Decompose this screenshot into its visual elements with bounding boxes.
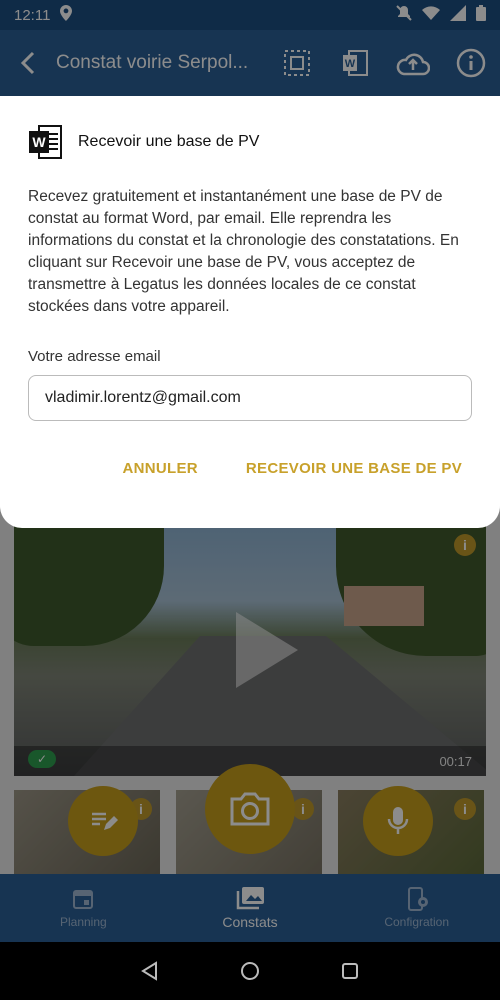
dialog-description: Recevez gratuitement et instantanément u… <box>28 188 459 315</box>
word-document-icon: W <box>29 125 62 159</box>
system-navigation <box>0 942 500 1000</box>
receive-pv-button[interactable]: RECEVOIR UNE BASE DE PV <box>246 460 462 477</box>
system-recents-icon[interactable] <box>340 961 360 981</box>
email-value: vladimir.lorentz@gmail.com <box>45 389 241 406</box>
system-home-icon[interactable] <box>240 961 260 981</box>
email-field[interactable]: vladimir.lorentz@gmail.com <box>28 375 472 421</box>
dialog-title: Recevoir une base de PV <box>78 133 260 150</box>
receive-pv-dialog: W Recevoir une base de PV Recevez gratui… <box>0 96 500 528</box>
cancel-button[interactable]: ANNULER <box>122 460 197 477</box>
svg-text:W: W <box>32 134 46 150</box>
email-label: Votre adresse email <box>28 348 161 365</box>
system-back-icon[interactable] <box>140 961 160 981</box>
